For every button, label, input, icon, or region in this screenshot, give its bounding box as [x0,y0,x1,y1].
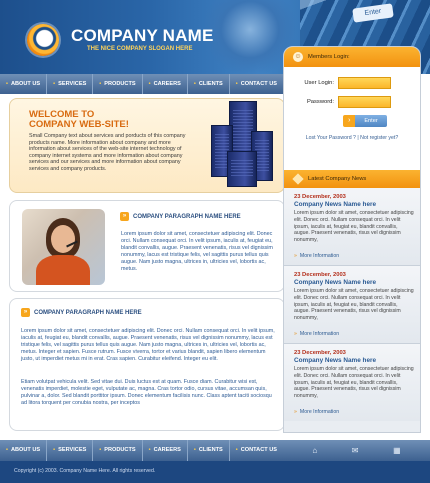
paragraph-arrow-icon: » [120,212,129,221]
main-nav: ABOUT US SERVICES PRODUCTS CAREERS CLIEN… [0,74,283,94]
header-face-image [205,0,295,74]
user-login-input[interactable] [338,77,391,89]
nav-clients[interactable]: CLIENTS [188,74,230,94]
news-item: 23 December, 2003 Company News Name here… [284,343,420,421]
mail-icon[interactable]: ✉ [352,446,359,455]
news-more-link[interactable]: More Information [294,409,414,415]
footer-links: ABOUT US SERVICES PRODUCTS CAREERS CLIEN… [0,440,283,461]
logo-icon[interactable] [27,24,59,56]
welcome-title: WELCOME TO COMPANY WEB-SITE! [29,110,129,129]
news-more-link[interactable]: More Information [294,331,414,337]
paragraph-2-title-text: COMPANY PARAGRAPH NAME HERE [34,310,142,317]
footer-nav-services[interactable]: SERVICES [47,440,94,461]
welcome-title-line2: COMPANY WEB-SITE! [29,118,129,130]
login-header: ☺ Members Login: [284,47,420,67]
news-heading: Latest Company News [308,176,367,182]
enter-button[interactable]: › Enter [343,115,387,127]
enter-button-label: Enter [355,115,387,127]
news-date: 23 December, 2003 [294,271,346,278]
footer-icons: ⌂ ✉ ▦ [283,440,430,461]
sitemap-icon[interactable]: ▦ [393,446,401,455]
company-name[interactable]: COMPANY NAME [71,26,214,46]
news-text: Lorem ipsum dolor sit amet, consectetuer… [294,210,414,244]
password-input[interactable] [338,96,391,108]
footer-nav-careers[interactable]: CAREERS [143,440,188,461]
nav-contact-us[interactable]: CONTACT US [230,74,283,94]
news-title[interactable]: Company News Name here [294,201,414,208]
news-title[interactable]: Company News Name here [294,279,414,286]
company-name-word2: NAME [162,26,214,45]
login-heading: Members Login: [308,54,350,60]
nav-services[interactable]: SERVICES [47,74,94,94]
paragraph-arrow-icon: » [21,308,30,317]
password-label: Password: [306,99,334,105]
nav-careers[interactable]: CAREERS [143,74,188,94]
home-icon[interactable]: ⌂ [312,446,317,455]
arrow-right-icon: › [343,115,356,127]
news-text: Lorem ipsum dolor sit amet, consectetuer… [294,365,414,400]
welcome-text: Small Company text about services and po… [29,133,186,172]
news-item: 23 December, 2003 Company News Name here… [284,265,420,344]
news-item: 23 December, 2003 Company News Name here… [284,188,420,266]
paragraph-panel-1: » COMPANY PARAGRAPH NAME HERE Lorem ipsum… [9,200,285,292]
paragraph-1-text: Lorem ipsum dolor sit amet, consectetuer… [121,231,273,272]
right-sidebar: ☺ Members Login: User Login: Password: ›… [283,46,421,433]
operator-photo [22,209,105,285]
news-header: Latest Company News [284,170,420,188]
user-icon: ☺ [293,52,303,62]
news-text: Lorem ipsum dolor sit amet, consectetuer… [294,287,414,322]
news-more-link[interactable]: More Information [294,253,414,259]
login-form: User Login: Password: › Enter Lost Your … [284,67,420,170]
servers-image [207,101,277,189]
paragraph-1-title: » COMPANY PARAGRAPH NAME HERE [120,212,241,221]
company-name-word1: COMPANY [71,26,158,45]
footer-nav-about-us[interactable]: ABOUT US [0,440,48,461]
paragraph-1-title-text: COMPANY PARAGRAPH NAME HERE [133,214,241,221]
news-date: 23 December, 2003 [294,349,346,356]
paragraph-2-text-1: Lorem ipsum dolor sit amet, consectetuer… [21,328,275,362]
nav-about-us[interactable]: ABOUT US [0,74,48,94]
company-slogan: THE NICE COMPANY SLOGAN HERE [87,46,193,52]
paragraph-2-text-2: Etiam volutpat vehicula velit. Sed vitae… [21,379,272,406]
welcome-panel: WELCOME TO COMPANY WEB-SITE! Small Compa… [9,98,285,193]
footer-nav-contact-us[interactable]: CONTACT US [230,440,283,461]
paragraph-2-title: » COMPANY PARAGRAPH NAME HERE [21,308,142,317]
user-login-label: User Login: [304,80,334,86]
footer-nav-products[interactable]: PRODUCTS [93,440,143,461]
news-diamond-icon [292,173,304,185]
nav-products[interactable]: PRODUCTS [93,74,143,94]
paragraph-panel-2: » COMPANY PARAGRAPH NAME HERE Lorem ipsum… [9,298,285,431]
footer-nav-clients[interactable]: CLIENTS [188,440,230,461]
footer-nav: ABOUT US SERVICES PRODUCTS CAREERS CLIEN… [0,440,430,461]
login-links[interactable]: Lost Your Password ? | Not register yet? [290,135,414,141]
news-title[interactable]: Company News Name here [294,357,414,364]
footer-bar: Copyright (c) 2003. Company Name Here. A… [0,461,430,483]
copyright-text: Copyright (c) 2003. Company Name Here. A… [14,468,156,474]
news-date: 23 December, 2003 [294,194,346,200]
